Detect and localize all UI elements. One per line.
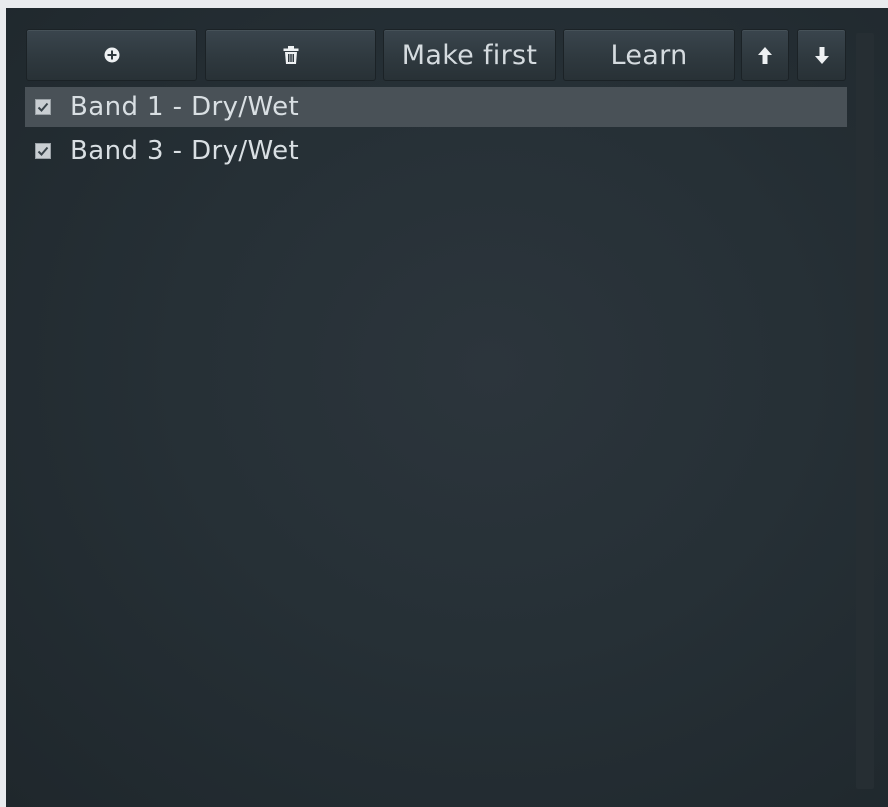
checkmark-icon: [37, 102, 49, 112]
checkbox[interactable]: [35, 99, 51, 115]
list-item[interactable]: Band 1 - Dry/Wet: [25, 87, 847, 127]
arrow-up-icon: [758, 46, 772, 64]
learn-button[interactable]: Learn: [563, 29, 735, 81]
modulation-panel: Make first Learn Band 1 - Dry/Wet Band 3 …: [6, 8, 888, 807]
scrollbar[interactable]: [856, 33, 874, 789]
move-up-button[interactable]: [741, 29, 789, 81]
learn-label: Learn: [610, 39, 688, 71]
arrow-down-icon: [814, 46, 829, 64]
make-first-label: Make first: [401, 39, 538, 71]
delete-button[interactable]: [205, 29, 376, 81]
plus-circle-icon: [104, 47, 120, 63]
checkbox[interactable]: [35, 143, 51, 159]
list-item-label: Band 3 - Dry/Wet: [70, 136, 300, 166]
checkmark-icon: [37, 146, 49, 156]
trash-icon: [283, 46, 299, 64]
list-item-label: Band 1 - Dry/Wet: [70, 92, 300, 122]
list-item[interactable]: Band 3 - Dry/Wet: [25, 131, 847, 171]
add-button[interactable]: [26, 29, 197, 81]
parameter-list: Band 1 - Dry/Wet Band 3 - Dry/Wet: [25, 87, 847, 175]
move-down-button[interactable]: [797, 29, 846, 81]
make-first-button[interactable]: Make first: [383, 29, 556, 81]
